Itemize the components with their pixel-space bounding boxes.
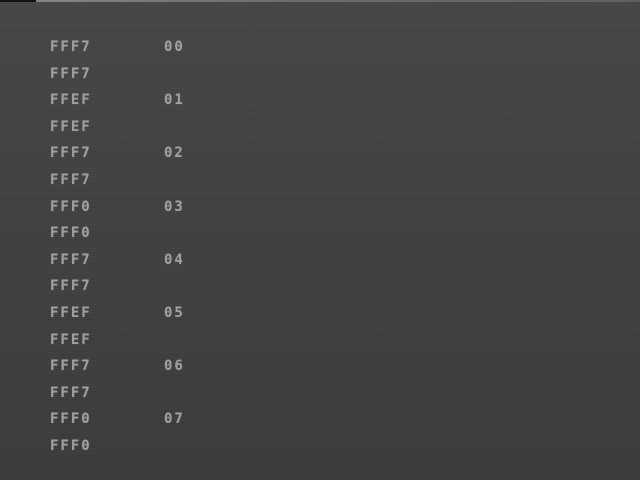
address-value: FFF7 xyxy=(50,145,92,162)
index-value: 05 xyxy=(164,304,185,321)
address-value: FFEF xyxy=(50,331,92,348)
memory-row: FFF0 xyxy=(48,433,608,460)
address-value: FFF7 xyxy=(50,171,92,188)
emulator-screen: FFF7 00 FFF7 FFEF 01 FFEF FFF7 02 FFF7 F… xyxy=(0,0,640,480)
address-value: FFF7 xyxy=(50,39,92,55)
memory-row: FFF0 xyxy=(48,220,608,247)
address-value: FFF0 xyxy=(50,411,92,428)
memory-row: FFF7 04 xyxy=(48,247,608,274)
memory-listing: FFF7 00 FFF7 FFEF 01 FFEF FFF7 02 FFF7 F… xyxy=(48,34,608,460)
memory-row: FFEF 05 xyxy=(48,300,608,327)
memory-row: FFF7 xyxy=(48,380,608,407)
address-value: FFF7 xyxy=(50,65,92,82)
address-value: FFF7 xyxy=(50,251,92,268)
index-value: 03 xyxy=(164,198,185,215)
address-value: FFF7 xyxy=(50,358,92,375)
memory-row: FFF0 03 xyxy=(48,194,608,221)
memory-row: FFF7 00 xyxy=(48,34,608,61)
index-value: 06 xyxy=(164,358,185,375)
address-value: FFEF xyxy=(50,118,92,135)
index-value: 04 xyxy=(164,251,185,268)
address-value: FFF7 xyxy=(50,384,92,401)
memory-row: FFF7 06 xyxy=(48,353,608,380)
index-value: 00 xyxy=(164,39,185,55)
memory-row: FFF7 xyxy=(48,273,608,300)
address-value: FFF0 xyxy=(50,198,92,215)
memory-row: FFF7 02 xyxy=(48,140,608,167)
address-value: FFEF xyxy=(50,304,92,321)
address-value: FFF7 xyxy=(50,278,92,295)
index-value: 07 xyxy=(164,411,185,428)
index-value: 02 xyxy=(164,145,185,162)
memory-row: FFEF xyxy=(48,327,608,354)
memory-row: FFEF 01 xyxy=(48,87,608,114)
address-value: FFEF xyxy=(50,92,92,109)
memory-row: FFEF xyxy=(48,114,608,141)
address-value: FFF0 xyxy=(50,437,92,454)
index-value: 01 xyxy=(164,92,185,109)
memory-row: FFF7 xyxy=(48,167,608,194)
memory-row: FFF0 07 xyxy=(48,406,608,433)
memory-row: FFF7 xyxy=(48,61,608,88)
top-edge-highlight xyxy=(0,0,640,2)
address-value: FFF0 xyxy=(50,225,92,242)
top-left-dark-edge xyxy=(0,0,36,2)
